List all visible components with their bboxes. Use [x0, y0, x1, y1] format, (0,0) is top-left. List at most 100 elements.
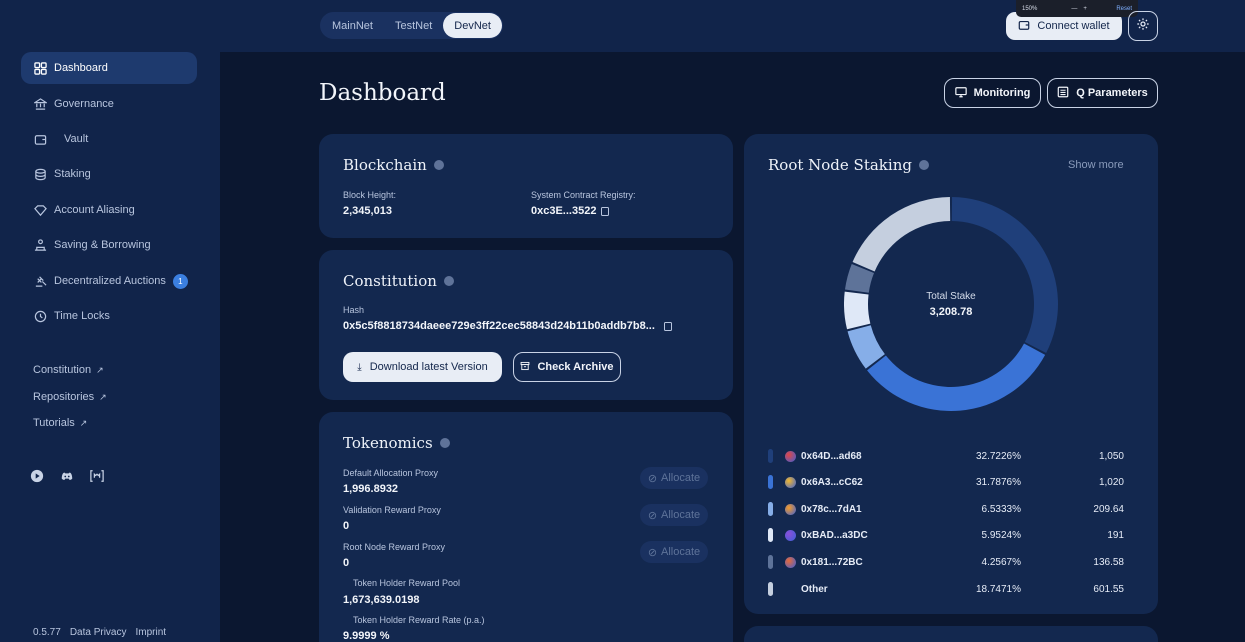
network-devnet-button[interactable]: DevNet — [443, 13, 502, 38]
gear-icon — [1136, 17, 1150, 36]
card-title-text: Tokenomics — [343, 434, 433, 452]
sidebar-item-label: Decentralized Auctions — [54, 275, 166, 287]
allocate-button[interactable]: ⊘ Allocate — [640, 541, 708, 563]
q-parameters-label: Q Parameters — [1076, 87, 1148, 99]
wallet-icon — [1018, 19, 1030, 34]
copy-icon[interactable] — [601, 206, 610, 216]
staker-amount: 136.58 — [1093, 556, 1124, 568]
check-archive-label: Check Archive — [537, 361, 614, 373]
repositories-link[interactable]: Repositories ↗ — [33, 391, 107, 403]
youtube-icon[interactable] — [29, 468, 45, 484]
donut-segment-1[interactable] — [867, 343, 1046, 411]
download-latest-version-button[interactable]: ⤓ Download latest Version — [343, 352, 502, 382]
sidebar-item-time-locks[interactable]: Time Locks — [21, 300, 197, 332]
discord-icon[interactable] — [59, 468, 75, 484]
sidebar-item-saving-borrowing[interactable]: Saving & Borrowing — [21, 229, 197, 261]
staking-legend-row[interactable]: 0x78c...7dA1 6.5333% 209.64 — [768, 501, 1124, 517]
download-label: Download latest Version — [369, 361, 488, 373]
staker-address: 0x78c...7dA1 — [801, 503, 862, 515]
staker-amount: 191 — [1107, 529, 1124, 541]
check-archive-button[interactable]: Check Archive — [513, 352, 621, 382]
monitor-icon — [954, 86, 967, 101]
staking-legend-row[interactable]: 0x181...72BC 4.2567% 136.58 — [768, 554, 1124, 570]
tutorials-link[interactable]: Tutorials ↗ — [33, 417, 87, 429]
imprint-link[interactable]: Imprint — [136, 627, 167, 638]
zoom-reset-button[interactable]: Reset — [1116, 6, 1132, 12]
staking-legend-row[interactable]: Other 18.7471% 601.55 — [768, 581, 1124, 597]
sidebar-item-decentralized-auctions[interactable]: Decentralized Auctions 1 — [21, 265, 197, 297]
hash-text: 0x5c5f8818734daeee729e3ff22cec58843d24b1… — [343, 320, 655, 332]
matrix-icon[interactable] — [89, 468, 105, 484]
sidebar-item-dashboard[interactable]: Dashboard — [21, 52, 197, 84]
sidebar-item-label: Governance — [54, 98, 114, 110]
gavel-icon — [33, 274, 47, 288]
staker-percent: 6.5333% — [981, 503, 1021, 515]
staking-legend-row[interactable]: 0x6A3...cC62 31.7876% 1,020 — [768, 474, 1124, 490]
legend-color-swatch — [768, 449, 773, 463]
clock-icon — [33, 309, 47, 323]
blockchain-title: Blockchain — [343, 156, 444, 174]
q-parameters-button[interactable]: Q Parameters — [1047, 78, 1158, 108]
external-link-icon: ↗ — [96, 364, 104, 375]
network-mainnet-button[interactable]: MainNet — [321, 13, 384, 38]
bank-icon — [33, 97, 47, 111]
staking-legend-row[interactable]: 0xBAD...a3DC 5.9524% 191 — [768, 527, 1124, 543]
avatar-icon — [785, 503, 796, 515]
zoom-in-button[interactable]: + — [1083, 6, 1087, 12]
next-card — [744, 626, 1158, 642]
allocate-label: Allocate — [661, 546, 701, 558]
copy-icon[interactable] — [663, 321, 672, 331]
hash-label: Hash — [343, 305, 365, 315]
sidebar-item-governance[interactable]: Governance — [21, 88, 197, 120]
info-icon[interactable] — [439, 438, 450, 448]
registry-value: 0xc3E...3522 — [531, 205, 610, 217]
allocate-button[interactable]: ⊘ Allocate — [640, 467, 708, 489]
sidebar-item-account-aliasing[interactable]: Account Aliasing — [21, 194, 197, 226]
external-link-icon: ↗ — [99, 391, 107, 402]
sidebar-item-staking[interactable]: Staking — [21, 158, 197, 190]
data-privacy-link[interactable]: Data Privacy — [70, 627, 127, 638]
staker-address: Other — [801, 583, 828, 595]
download-icon: ⤓ — [357, 361, 362, 373]
link-label: Constitution — [33, 364, 92, 376]
sidebar-item-label: Saving & Borrowing — [54, 239, 151, 251]
legend-color-swatch — [768, 502, 773, 516]
info-icon[interactable] — [918, 160, 929, 170]
sidebar-item-label: Account Aliasing — [54, 204, 135, 216]
sidebar: Dashboard Governance Vault Staking Accou… — [0, 0, 220, 642]
registry-label: System Contract Registry: — [531, 190, 636, 200]
network-testnet-button[interactable]: TestNet — [384, 13, 443, 38]
grid-icon — [33, 61, 47, 75]
link-label: Repositories — [33, 391, 95, 403]
staker-amount: 1,050 — [1098, 450, 1124, 462]
monitoring-button[interactable]: Monitoring — [944, 78, 1041, 108]
sidebar-item-vault[interactable]: Vault — [21, 123, 197, 155]
hash-value: 0x5c5f8818734daeee729e3ff22cec58843d24b1… — [343, 320, 672, 332]
info-icon[interactable] — [433, 160, 444, 170]
avatar-icon — [785, 529, 796, 541]
avatar-icon — [785, 476, 796, 488]
avatar-icon — [785, 584, 796, 595]
page-title: Dashboard — [319, 80, 446, 106]
piggy-icon — [33, 238, 47, 252]
block-height-label: Block Height: — [343, 190, 397, 200]
zoom-out-button[interactable]: — — [1071, 6, 1077, 12]
settings-button[interactable] — [1128, 11, 1158, 41]
donut-segment-3[interactable] — [844, 291, 871, 330]
zoom-popup: 150% — + Reset — [1016, 0, 1138, 17]
archive-icon — [520, 361, 530, 374]
card-title-text: Constitution — [343, 272, 437, 290]
show-more-link[interactable]: Show more — [1068, 159, 1124, 171]
donut-segment-0[interactable] — [951, 197, 1058, 353]
token-row-label: Token Holder Reward Rate (p.a.) — [353, 615, 485, 625]
card-title-text: Blockchain — [343, 156, 427, 174]
allocate-icon: ⊘ — [647, 472, 658, 485]
token-row-value: 0 — [343, 520, 350, 532]
donut-segment-5[interactable] — [852, 197, 951, 272]
constitution-link[interactable]: Constitution ↗ — [33, 364, 104, 376]
zoom-level: 150% — [1022, 5, 1038, 12]
sidebar-item-label: Staking — [54, 168, 91, 180]
staking-legend-row[interactable]: 0x64D...ad68 32.7226% 1,050 — [768, 448, 1124, 464]
allocate-button[interactable]: ⊘ Allocate — [640, 504, 708, 526]
info-icon[interactable] — [443, 276, 454, 286]
